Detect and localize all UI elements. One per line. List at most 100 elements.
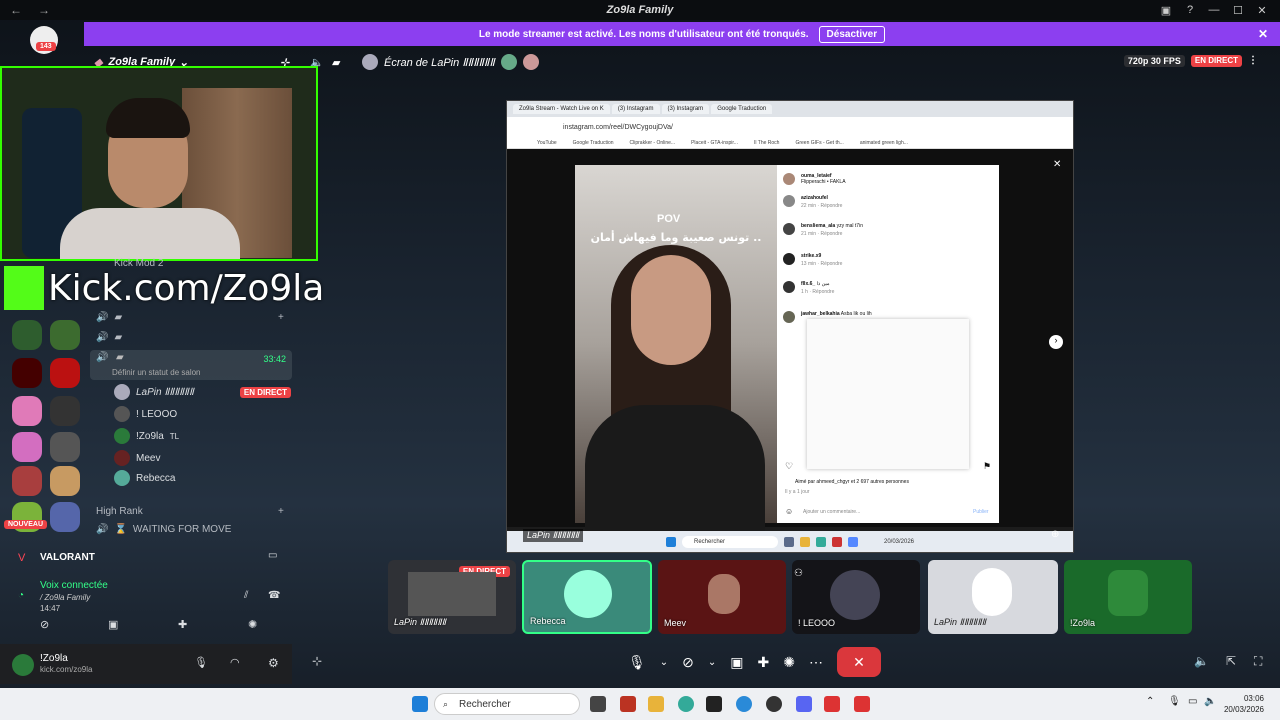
- camera-off-icon[interactable]: ⊘: [682, 654, 694, 671]
- screen-share-icon[interactable]: ▭: [268, 550, 277, 561]
- server-icon[interactable]: [12, 320, 42, 350]
- comment[interactable]: strike.x9 13 min · Répondre: [783, 253, 842, 267]
- discord-icon[interactable]: [796, 696, 812, 712]
- reply-link[interactable]: Répondre: [820, 261, 842, 267]
- bookmark[interactable]: Placeit - GTA-inspir...: [691, 140, 738, 146]
- reply-link[interactable]: Répondre: [820, 203, 842, 209]
- voice-user[interactable]: ! LEOOO: [114, 406, 177, 422]
- server-icon[interactable]: [12, 358, 42, 388]
- server-icon[interactable]: [50, 432, 80, 462]
- app-icon[interactable]: [706, 696, 722, 712]
- channel-item[interactable]: 🔊 ⌛ WAITING FOR MOVE: [96, 524, 231, 535]
- add-user-icon[interactable]: ⊹: [312, 654, 322, 668]
- file-icon[interactable]: [590, 696, 606, 712]
- soundboard-icon[interactable]: ✺: [248, 618, 257, 631]
- chevron-down-icon[interactable]: ⌄: [660, 657, 668, 668]
- bookmark[interactable]: Google Traduction: [573, 140, 614, 146]
- participant-tile[interactable]: Meev: [658, 560, 786, 634]
- comment[interactable]: fllx.6_ مين ذا 1 h · Répondre: [783, 281, 834, 295]
- more-icon[interactable]: ⋮: [1248, 55, 1258, 67]
- server-icon[interactable]: [50, 358, 80, 388]
- app-icon[interactable]: [620, 696, 636, 712]
- comment[interactable]: bensliema_ala yzy mal t7in 21 min · Répon…: [783, 223, 863, 237]
- folder-icon[interactable]: [648, 696, 664, 712]
- server-icon[interactable]: [12, 432, 42, 462]
- noise-suppression-icon[interactable]: ⫽: [244, 590, 248, 601]
- screen-share-view[interactable]: Zo9la Stream - Watch Live on K (3) Insta…: [506, 100, 1074, 553]
- camera-off-icon[interactable]: ⊘: [40, 618, 49, 631]
- close-icon[interactable]: ✕: [1053, 159, 1061, 170]
- add-icon[interactable]: +: [278, 312, 284, 323]
- channel-item[interactable]: 🔊 ▰ +: [96, 312, 284, 323]
- avatar[interactable]: [12, 654, 34, 676]
- address-bar[interactable]: instagram.com/reel/DWCygoujDVa/: [507, 117, 1073, 137]
- publish-button[interactable]: Publier: [973, 509, 989, 515]
- bookmark[interactable]: animated green ligh...: [860, 140, 908, 146]
- tray-chevron-icon[interactable]: ⌃: [1146, 696, 1154, 707]
- app-icon[interactable]: [854, 696, 870, 712]
- server-icon[interactable]: [12, 396, 42, 426]
- voice-user[interactable]: !Zo9la TL: [114, 428, 179, 444]
- server-icon[interactable]: [50, 396, 80, 426]
- windows-start-icon[interactable]: [412, 696, 428, 712]
- voice-status[interactable]: Voix connectée: [40, 580, 108, 591]
- server-icon[interactable]: [50, 502, 80, 532]
- minimize-button[interactable]: —: [1202, 0, 1226, 20]
- disable-streamer-button[interactable]: Désactiver: [818, 25, 886, 43]
- mic-icon[interactable]: 🎙: [628, 654, 646, 671]
- chat-icon[interactable]: ▰: [332, 56, 340, 69]
- bookmark[interactable]: Green GIFs - Get th...: [795, 140, 843, 146]
- emoji-icon[interactable]: ☺: [785, 507, 793, 516]
- server-icon[interactable]: [50, 320, 80, 350]
- bookmark[interactable]: Il The Roch: [754, 140, 779, 146]
- reel-video[interactable]: POV تونس صعيبة وما فيهاش أمان ..: [575, 165, 777, 535]
- chrome-icon[interactable]: [678, 696, 694, 712]
- user-icon[interactable]: ⚇: [794, 568, 803, 579]
- app-icon[interactable]: [766, 696, 782, 712]
- participant-tile[interactable]: Rebecca: [522, 560, 652, 634]
- voice-user[interactable]: Rebecca: [114, 470, 175, 486]
- activities-icon[interactable]: ✚: [178, 618, 187, 631]
- browser-tab[interactable]: Zo9la Stream - Watch Live on K: [513, 104, 610, 114]
- kick-mod-channel[interactable]: Kick Mod 2: [114, 258, 163, 269]
- comment-input[interactable]: Ajouter un commentaire...: [803, 509, 860, 515]
- active-voice-channel[interactable]: 🔊 ▰ 33:42 Définir un statut de salon: [90, 350, 292, 380]
- close-icon[interactable]: ✕: [1258, 27, 1268, 41]
- disconnect-icon[interactable]: ☎: [268, 590, 280, 601]
- help-icon[interactable]: ?: [1178, 0, 1202, 20]
- headphones-icon[interactable]: ◠: [230, 656, 240, 669]
- server-icon[interactable]: [50, 466, 80, 496]
- voice-user[interactable]: Meev: [114, 450, 160, 466]
- fullscreen-icon[interactable]: ⛶: [1254, 654, 1262, 669]
- soundboard-icon[interactable]: ✺: [783, 654, 795, 671]
- server-icon[interactable]: [12, 466, 42, 496]
- browser-tab[interactable]: Google Traduction: [711, 104, 773, 114]
- maximize-button[interactable]: ☐: [1226, 0, 1250, 20]
- participant-tile[interactable]: ⌄ ⚇ ! LEOOO: [792, 560, 920, 634]
- taskbar-search[interactable]: ⌕ Rechercher: [434, 693, 580, 715]
- popout-icon[interactable]: ⇱: [1226, 654, 1236, 668]
- participant-tile[interactable]: LaPin ⅡⅡⅡⅡⅡⅡ: [928, 560, 1058, 634]
- settings-icon[interactable]: ⚙: [268, 656, 279, 670]
- zoom-icon[interactable]: ⊕: [1051, 529, 1059, 540]
- mic-icon[interactable]: 🎙: [194, 656, 208, 669]
- channel-item[interactable]: 🔊 ▰: [96, 332, 122, 343]
- more-icon[interactable]: ⋯: [809, 654, 823, 671]
- status-hint[interactable]: Définir un statut de salon: [112, 368, 201, 377]
- taskbar-clock[interactable]: 03:06 20/03/2026: [1224, 693, 1264, 715]
- bookmark[interactable]: YouTube: [537, 140, 557, 146]
- participant-tile[interactable]: !Zo9la: [1064, 560, 1192, 634]
- post-author[interactable]: ouma_letaief Flipperachi • FAKLA: [783, 173, 846, 185]
- reply-link[interactable]: Répondre: [820, 231, 842, 237]
- chevron-down-icon[interactable]: ⌄: [708, 657, 716, 668]
- reply-link[interactable]: Répondre: [812, 289, 834, 295]
- browser-tab[interactable]: (3) Instagram: [611, 104, 660, 114]
- participant-tile[interactable]: EN DIRECT LaPin ⅡⅡⅡⅡⅡⅡ: [388, 560, 516, 634]
- network-icon[interactable]: ▭: [1188, 696, 1197, 707]
- mic-tray-icon[interactable]: 🎙: [1168, 696, 1181, 707]
- browser-tab[interactable]: (3) Instagram: [661, 104, 710, 114]
- volume-tray-icon[interactable]: 🔈: [1204, 696, 1216, 707]
- voice-user[interactable]: LaPin ⅡⅡⅡⅡⅡⅡ EN DIRECT: [114, 384, 292, 400]
- category-high-rank[interactable]: High Rank +: [96, 506, 284, 517]
- leave-call-button[interactable]: ✕: [837, 647, 881, 677]
